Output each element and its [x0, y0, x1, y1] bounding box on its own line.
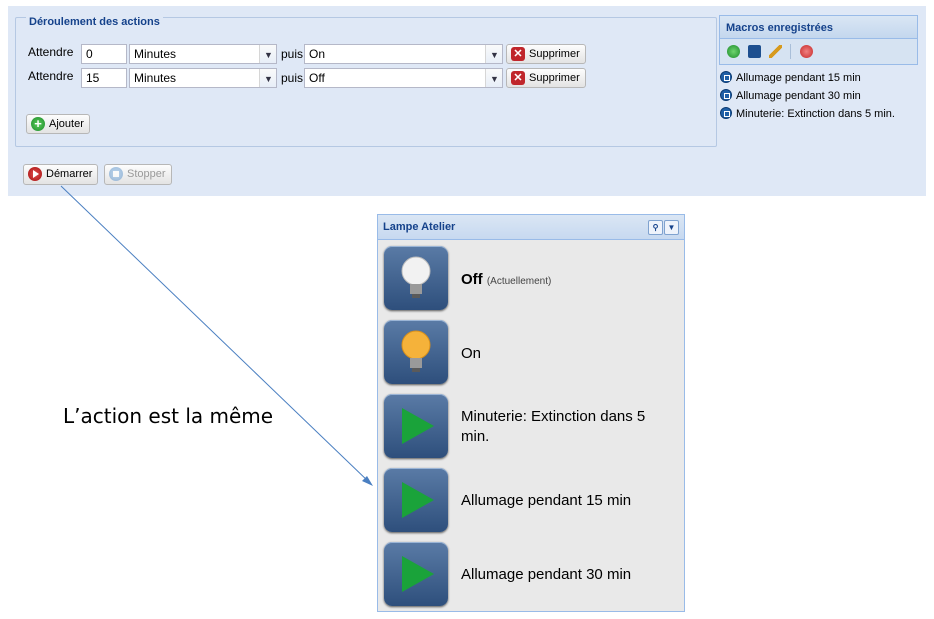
annotation-arrow: [60, 185, 373, 486]
